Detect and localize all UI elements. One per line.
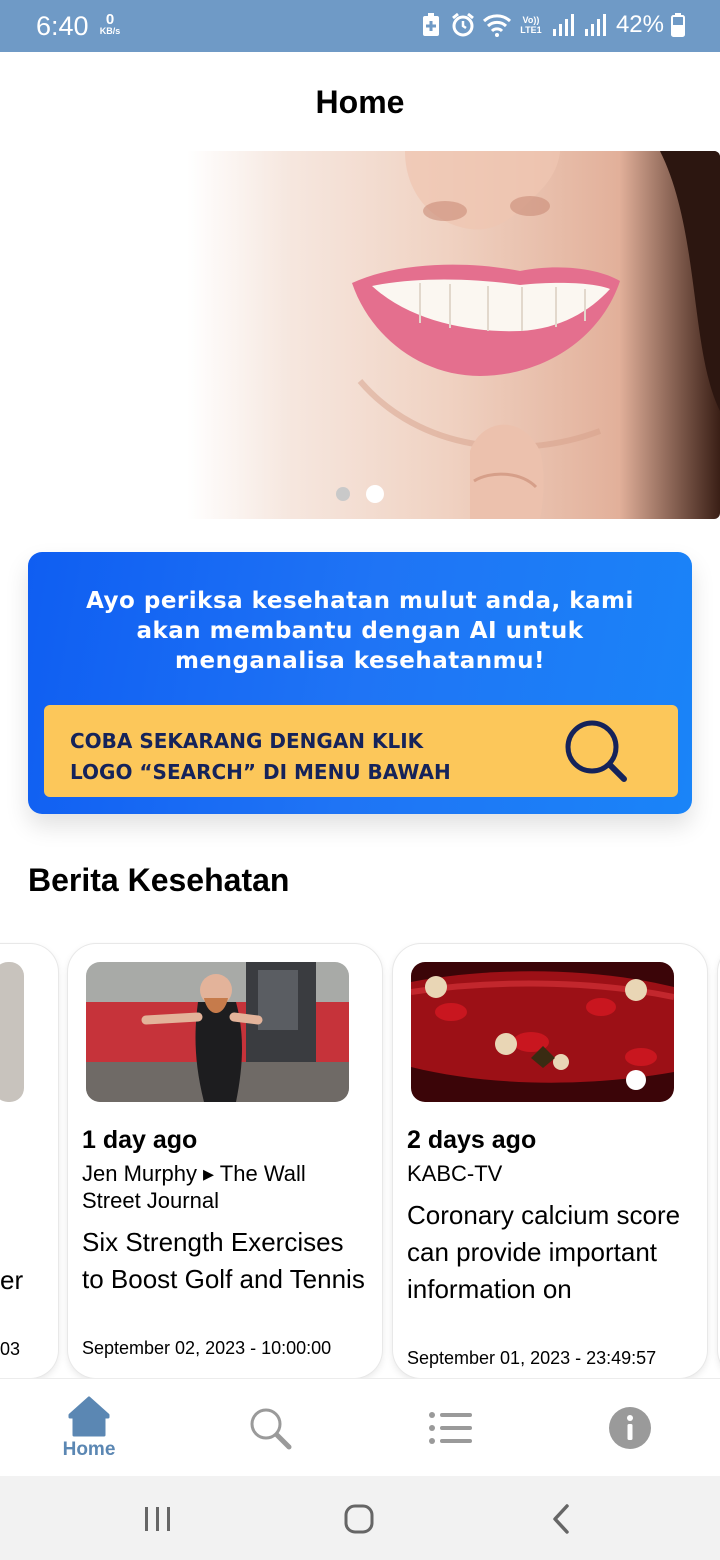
hero-carousel[interactable]	[0, 151, 720, 519]
news-carousel[interactable]: er 03 1 day ago Jen Murphy ▸ The Wall St…	[0, 942, 720, 1382]
network-speed-unit: KB/s	[99, 26, 121, 36]
status-time: 6:40	[36, 11, 89, 41]
nav-info[interactable]	[570, 1379, 690, 1477]
signal-icon-2	[582, 10, 608, 40]
search-icon	[250, 1408, 292, 1450]
page-header: Home	[0, 52, 720, 152]
hero-smile-image	[352, 151, 720, 519]
back-button[interactable]	[536, 1494, 586, 1544]
bottom-navigation: Home	[0, 1378, 720, 1476]
banner-cta-line-1: COBA SEKARANG DENGAN KLIK	[70, 729, 424, 753]
status-bar: 6:40 0 KB/s Vo)) LTE1 42%	[0, 0, 720, 52]
banner-cta-text: COBA SEKARANG DENGAN KLIK LOGO “SEARCH” …	[70, 726, 490, 788]
recent-apps-button[interactable]	[133, 1494, 183, 1544]
news-card[interactable]: 1 day ago Jen Murphy ▸ The Wall Street J…	[68, 944, 382, 1378]
battery-percent: 42%	[615, 11, 664, 38]
carousel-dot-1[interactable]	[336, 487, 350, 501]
news-section-title: Berita Kesehatan	[28, 862, 290, 898]
banner-cta[interactable]: COBA SEKARANG DENGAN KLIK LOGO “SEARCH” …	[44, 705, 678, 797]
news-image	[86, 962, 349, 1102]
home-icon	[68, 1396, 110, 1437]
news-card[interactable]: 2 days ago KABC-TV Coronary calcium scor…	[393, 944, 707, 1378]
nav-search[interactable]	[210, 1379, 330, 1477]
alarm-icon	[450, 10, 476, 40]
info-icon	[609, 1407, 651, 1449]
news-date-fragment: 03	[0, 1339, 21, 1359]
battery-icon	[670, 10, 686, 40]
network-label: Vo)) LTE1	[520, 15, 542, 35]
news-title-fragment: er	[0, 1265, 24, 1295]
nav-home-label: Home	[62, 1439, 116, 1460]
carousel-indicators	[336, 485, 384, 503]
news-title: Six Strength Exercises to Boost Golf and…	[82, 1227, 365, 1294]
ai-check-banner[interactable]: Ayo periksa kesehatan mulut anda, kami a…	[28, 552, 692, 814]
news-age: 2 days ago	[407, 1126, 537, 1154]
carousel-dot-2[interactable]	[366, 485, 384, 503]
network-speed: 0 KB/s	[96, 12, 124, 36]
banner-message: Ayo periksa kesehatan mulut anda, kami a…	[86, 588, 634, 674]
news-image-partial	[0, 962, 24, 1102]
news-source: KABC-TV	[407, 1161, 503, 1186]
home-circle-icon	[344, 1504, 374, 1534]
network-speed-value: 0	[105, 11, 115, 28]
nav-home[interactable]: Home	[29, 1379, 149, 1477]
news-image	[411, 962, 674, 1102]
signal-icon-1	[550, 10, 576, 40]
news-card-partial[interactable]: er 03	[0, 944, 58, 1378]
system-navigation-bar	[0, 1476, 720, 1560]
recent-apps-icon	[145, 1507, 170, 1531]
news-date: September 01, 2023 - 23:49:57	[407, 1348, 657, 1368]
news-age: 1 day ago	[82, 1126, 198, 1154]
search-icon	[565, 720, 627, 782]
nav-list[interactable]	[390, 1379, 510, 1477]
banner-cta-line-2: LOGO “SEARCH” DI MENU BAWAH	[70, 760, 451, 784]
status-icons: Vo)) LTE1 42%	[418, 10, 686, 40]
battery-saver-icon	[418, 10, 444, 40]
news-title: Coronary calcium score can provide impor…	[407, 1200, 681, 1304]
list-icon	[429, 1412, 472, 1444]
wifi-icon	[482, 10, 512, 40]
home-system-button[interactable]	[334, 1494, 384, 1544]
news-date: September 02, 2023 - 10:00:00	[82, 1338, 332, 1358]
back-icon	[553, 1504, 569, 1534]
page-title: Home	[315, 83, 405, 120]
news-source: Jen Murphy ▸ The Wall Street Journal	[82, 1161, 306, 1213]
